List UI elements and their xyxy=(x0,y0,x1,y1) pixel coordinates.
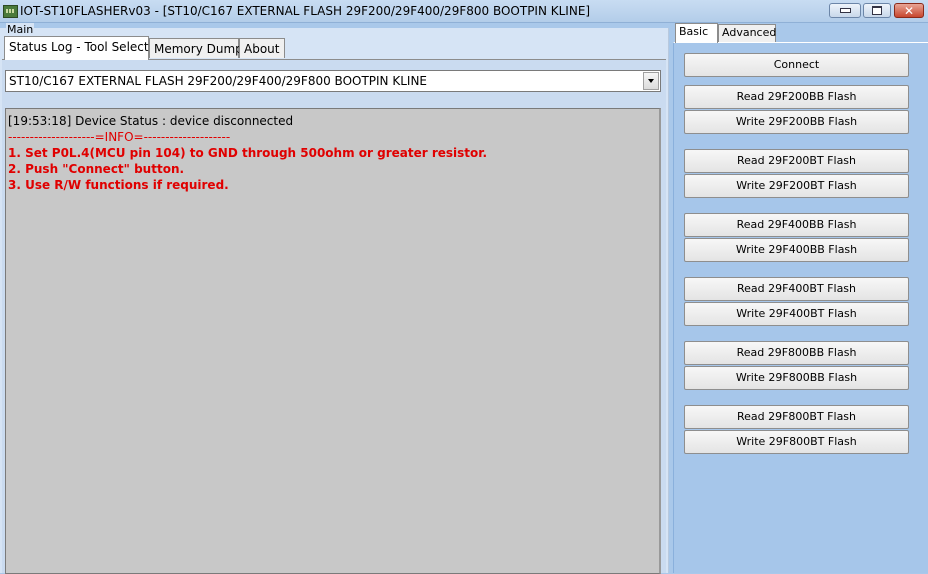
read-29f800bt-button[interactable]: Read 29F800BT Flash xyxy=(684,405,909,429)
main-group-label: Main xyxy=(6,23,35,36)
status-log-panel: ST10/C167 EXTERNAL FLASH 29F200/29F400/2… xyxy=(2,59,666,574)
tab-about[interactable]: About xyxy=(239,38,285,58)
log-step-1: 1. Set P0L.4(MCU pin 104) to GND through… xyxy=(8,146,488,160)
close-button[interactable]: ✕ xyxy=(894,3,924,18)
log-info-separator: --------------------=INFO=--------------… xyxy=(8,130,231,144)
write-29f200bb-button[interactable]: Write 29F200BB Flash xyxy=(684,110,909,134)
tab-status-log[interactable]: Status Log - Tool Select xyxy=(4,36,149,60)
basic-panel: Connect Read 29F200BB Flash Write 29F200… xyxy=(673,42,928,573)
minimize-icon xyxy=(839,8,851,13)
tool-select-value: ST10/C167 EXTERNAL FLASH 29F200/29F400/2… xyxy=(9,74,428,88)
log-step-3: 3. Use R/W functions if required. xyxy=(8,178,229,192)
tab-memory-dump[interactable]: Memory Dump xyxy=(149,38,243,58)
log-status-line: [19:53:18] Device Status : device discon… xyxy=(8,114,294,128)
minimize-button[interactable] xyxy=(829,3,861,18)
write-29f400bt-button[interactable]: Write 29F400BT Flash xyxy=(684,302,909,326)
read-29f800bb-button[interactable]: Read 29F800BB Flash xyxy=(684,341,909,365)
read-29f400bt-button[interactable]: Read 29F400BT Flash xyxy=(684,277,909,301)
write-29f400bb-button[interactable]: Write 29F400BB Flash xyxy=(684,238,909,262)
maximize-icon xyxy=(872,6,882,15)
chevron-down-icon xyxy=(648,79,654,83)
log-step-2: 2. Push "Connect" button. xyxy=(8,162,185,176)
status-log-textarea[interactable]: [19:53:18] Device Status : device discon… xyxy=(5,108,661,574)
maximize-button[interactable] xyxy=(863,3,891,18)
read-29f400bb-button[interactable]: Read 29F400BB Flash xyxy=(684,213,909,237)
window-title: IOT-ST10FLASHERv03 - [ST10/C167 EXTERNAL… xyxy=(20,4,591,18)
tool-select-dropdown[interactable]: ST10/C167 EXTERNAL FLASH 29F200/29F400/2… xyxy=(5,70,661,92)
connect-button[interactable]: Connect xyxy=(684,53,909,77)
write-29f800bb-button[interactable]: Write 29F800BB Flash xyxy=(684,366,909,390)
main-group: Main Status Log - Tool Select Memory Dum… xyxy=(0,23,669,574)
tab-basic[interactable]: Basic xyxy=(675,23,718,43)
write-29f800bt-button[interactable]: Write 29F800BT Flash xyxy=(684,430,909,454)
read-29f200bt-button[interactable]: Read 29F200BT Flash xyxy=(684,149,909,173)
app-chip-icon xyxy=(3,5,18,18)
read-29f200bb-button[interactable]: Read 29F200BB Flash xyxy=(684,85,909,109)
close-icon: ✕ xyxy=(903,3,915,18)
dropdown-arrow-button[interactable] xyxy=(643,72,659,90)
write-29f200bt-button[interactable]: Write 29F200BT Flash xyxy=(684,174,909,198)
title-bar[interactable]: IOT-ST10FLASHERv03 - [ST10/C167 EXTERNAL… xyxy=(0,0,928,23)
tab-advanced[interactable]: Advanced xyxy=(718,24,776,42)
